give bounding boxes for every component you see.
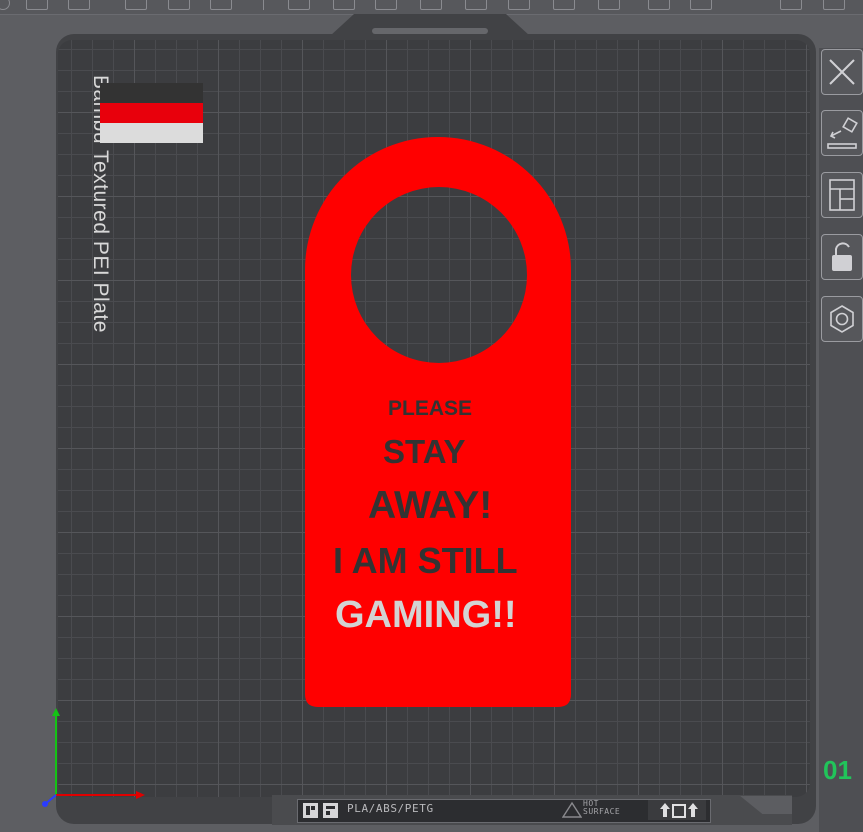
side-toolbar: [819, 48, 863, 832]
y-axis-dot: [42, 801, 48, 807]
hot-surface-warning-icon: [562, 801, 582, 818]
arrange-button[interactable]: [821, 172, 863, 218]
lock-icon: [832, 242, 852, 271]
z-axis-arrow: [52, 708, 60, 716]
auto-orient-button[interactable]: [821, 110, 863, 156]
x-axis-arrow: [136, 791, 145, 799]
plate-orientation-icon: [648, 800, 706, 820]
material-label: PLA/ABS/PETG: [347, 802, 434, 815]
plate-number[interactable]: 01: [823, 755, 852, 786]
lock-plate-button[interactable]: [821, 234, 863, 280]
close-icon: [829, 59, 855, 85]
hot-surface-label: HOT SURFACE: [583, 800, 620, 816]
close-plate-button[interactable]: [821, 49, 863, 95]
hot-label-line2: SURFACE: [583, 807, 621, 816]
plate-settings-icon: [830, 305, 854, 333]
arrange-icon: [829, 179, 855, 211]
axis-gizmo: [42, 708, 145, 807]
plate-settings-button[interactable]: [821, 296, 863, 342]
bambu-logo-icon: [303, 803, 338, 818]
auto-orient-icon: [827, 117, 858, 149]
